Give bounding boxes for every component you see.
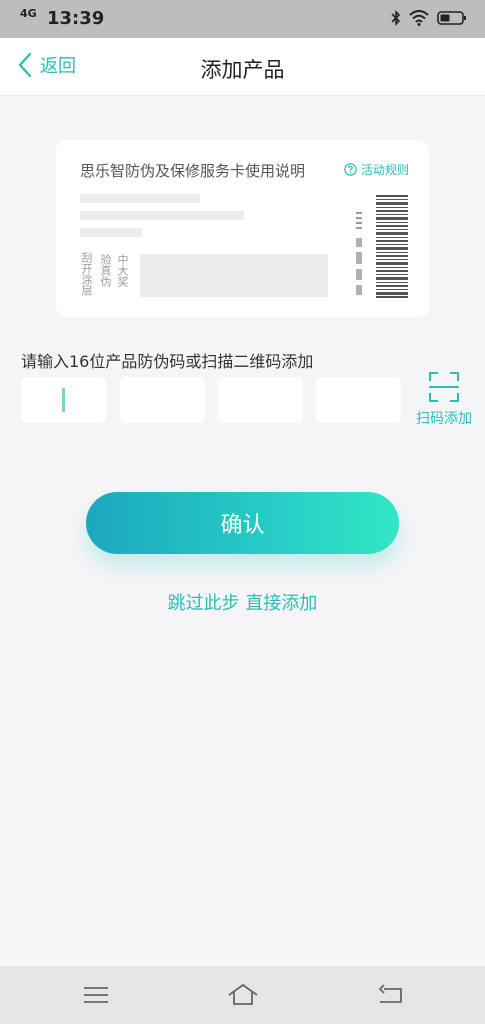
scan-icon — [429, 372, 459, 402]
code-instruction: 请输入16位产品防伪码或扫描二维码添加 — [21, 352, 314, 371]
confirm-button[interactable]: 确认 — [86, 492, 399, 554]
bluetooth-icon — [391, 10, 401, 26]
barcode-icon — [376, 195, 408, 298]
scan-add-label: 扫码添加 — [416, 411, 472, 427]
battery-icon — [437, 11, 466, 25]
code-segment-4[interactable] — [316, 377, 401, 423]
wifi-icon — [409, 10, 429, 26]
status-bar: 4G 13:39 — [0, 0, 485, 38]
placeholder-line — [80, 211, 244, 220]
card-title: 思乐智防伪及保修服务卡使用说明 — [80, 162, 306, 180]
network-type: 4G — [20, 7, 37, 20]
question-circle-icon — [344, 163, 357, 176]
signal-indicator: 4G — [20, 7, 37, 20]
prize-hint: 中大奖 — [116, 254, 129, 287]
page-title: 添加产品 — [200, 58, 285, 82]
navigation-bar: 返回 添加产品 — [0, 38, 485, 96]
home-icon — [228, 983, 258, 1005]
activity-rules-link[interactable]: 活动规则 — [344, 161, 409, 178]
activity-rules-label: 活动规则 — [360, 163, 409, 177]
code-segment-1[interactable] — [21, 377, 106, 423]
code-segment-2[interactable] — [120, 377, 205, 423]
return-icon — [378, 984, 402, 1003]
text-cursor — [62, 388, 65, 412]
skip-add-directly-link[interactable]: 跳过此步 直接添加 — [0, 589, 485, 615]
back-nav-button[interactable] — [375, 982, 405, 1008]
serial-number-marks — [356, 212, 362, 295]
placeholder-line — [80, 194, 200, 203]
scratch-area — [140, 254, 328, 297]
scratch-hint: 刮开涂层 — [80, 252, 93, 296]
scan-add-button[interactable]: 扫码添加 — [411, 370, 477, 430]
clock: 13:39 — [47, 8, 105, 29]
home-button[interactable] — [227, 982, 259, 1008]
service-card-illustration: 思乐智防伪及保修服务卡使用说明 活动规则 刮开涂层 验真伪 中大奖 — [56, 140, 429, 317]
placeholder-line — [80, 228, 142, 237]
status-icons — [391, 9, 467, 27]
menu-icon — [84, 987, 108, 1003]
menu-button[interactable] — [81, 982, 111, 1008]
verify-hint: 验真伪 — [99, 254, 112, 287]
code-segment-3[interactable] — [218, 377, 303, 423]
system-navigation-bar — [0, 966, 485, 1024]
